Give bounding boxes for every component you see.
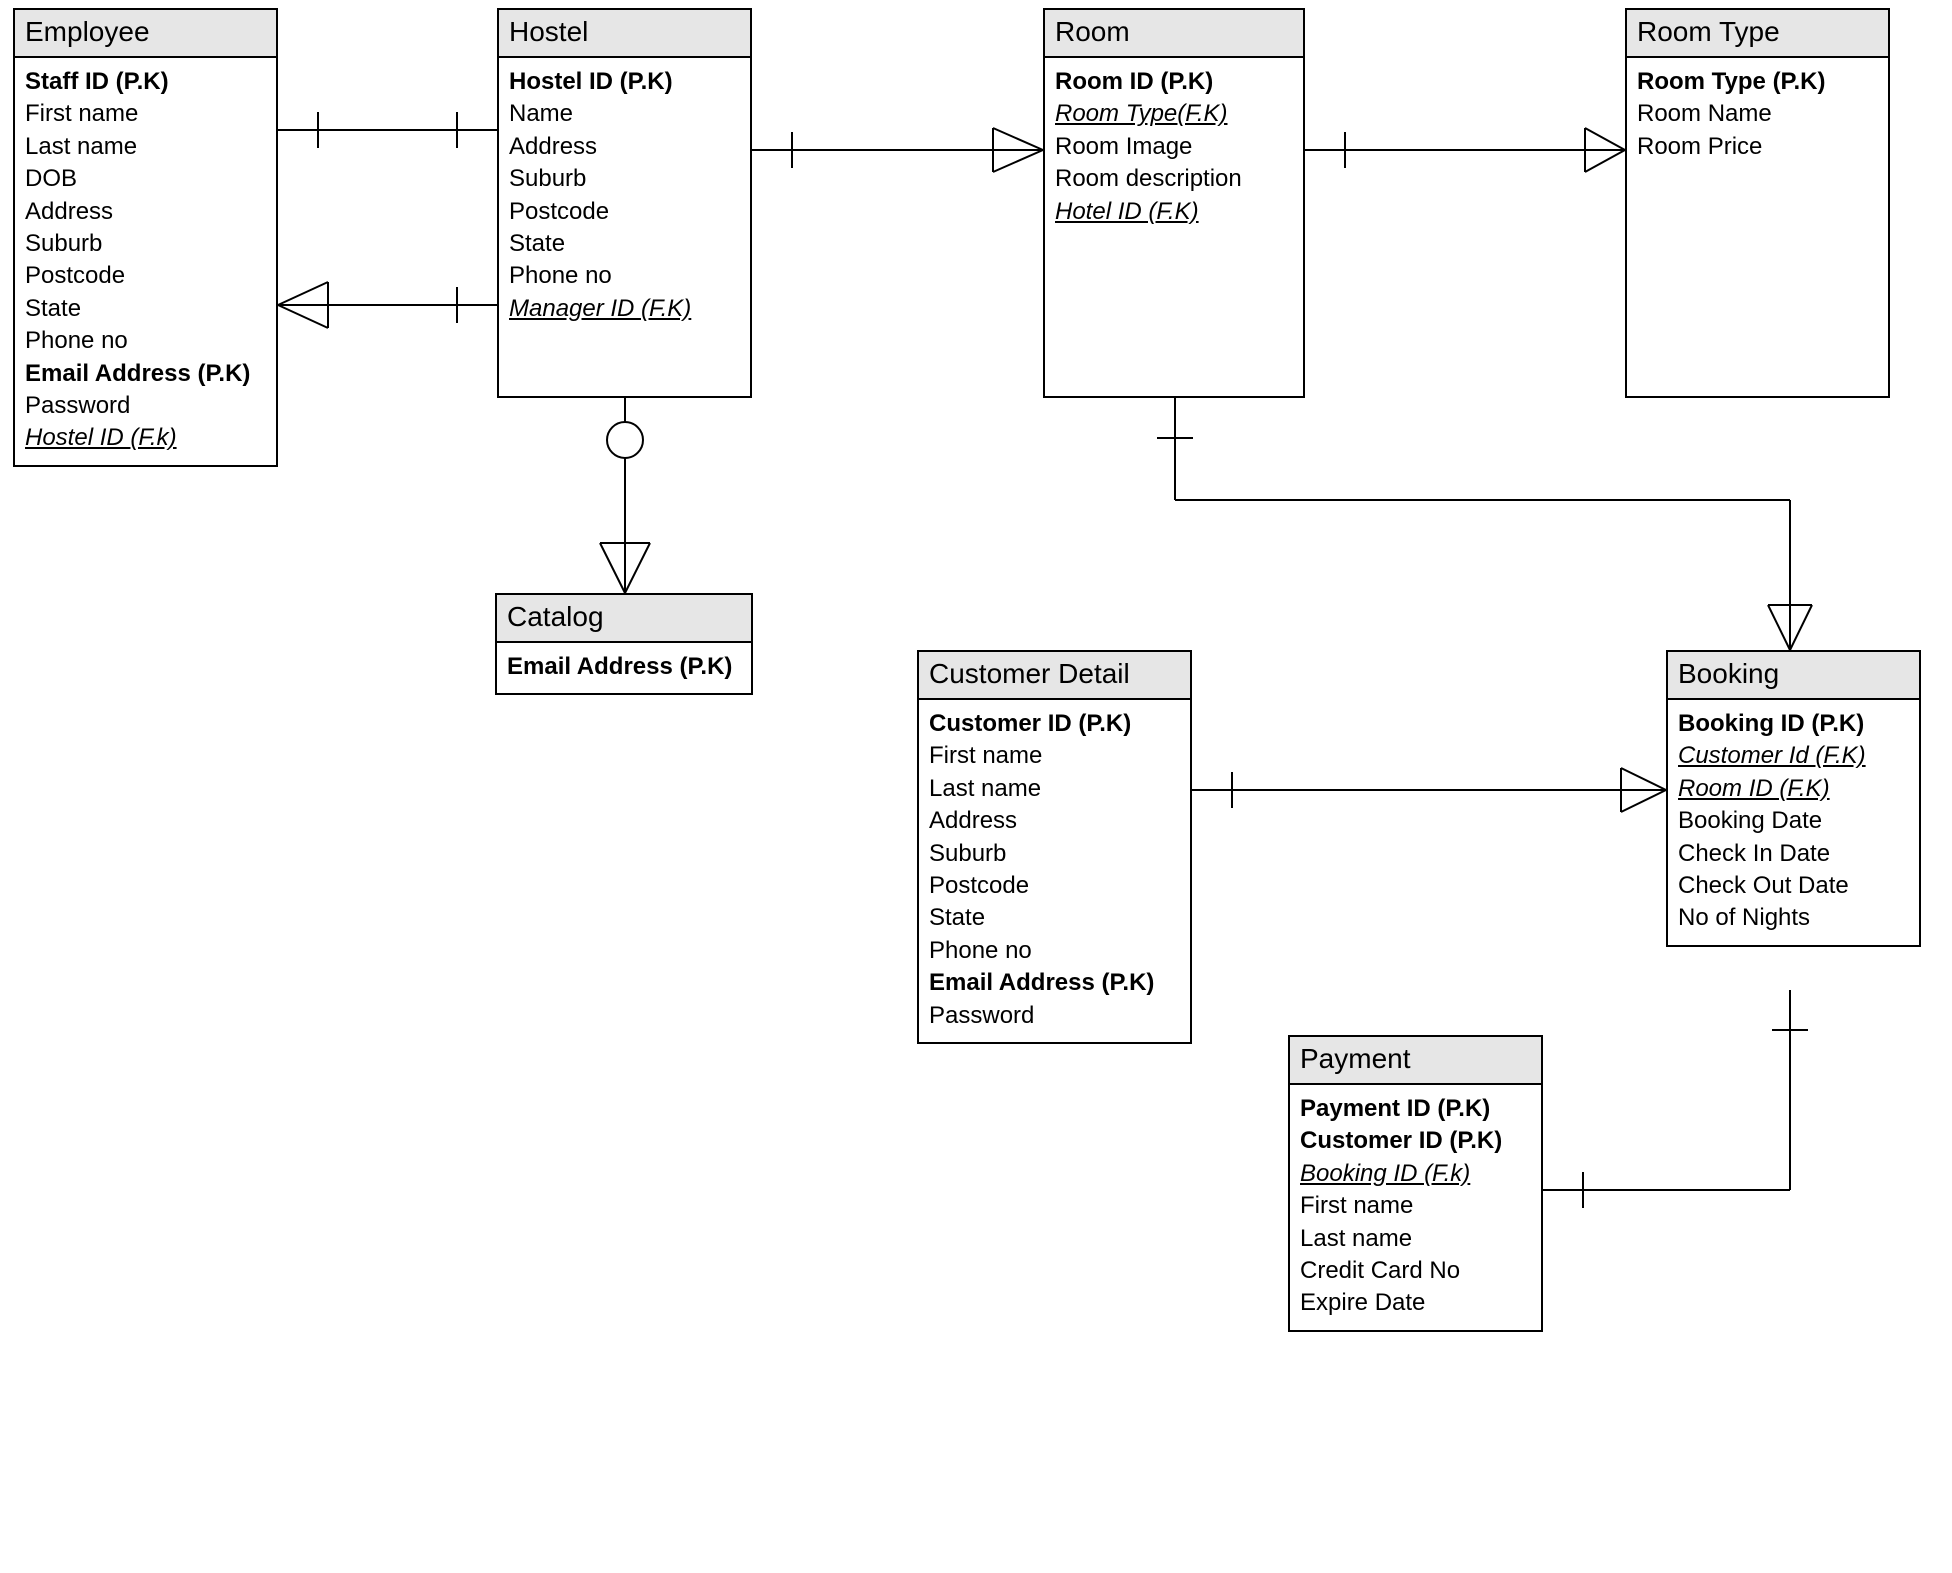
entity-attribute: Room description [1055, 163, 1293, 195]
entity-attribute: First name [929, 740, 1180, 772]
entity-attribute: Suburb [509, 163, 740, 195]
entity-attribute: Check In Date [1678, 838, 1909, 870]
entity-body: Room Type (P.K)Room NameRoom Price [1627, 58, 1888, 173]
entity-attribute: Address [929, 805, 1180, 837]
entity-attribute: Email Address (P.K) [507, 651, 741, 683]
entity-attribute: Suburb [25, 228, 266, 260]
entity-attribute: Suburb [929, 838, 1180, 870]
entity-body: Room ID (P.K)Room Type(F.K)Room ImageRoo… [1045, 58, 1303, 238]
entity-attribute: Booking ID (P.K) [1678, 708, 1909, 740]
entity-attribute: Room Type(F.K) [1055, 98, 1293, 130]
entity-attribute: Hostel ID (P.K) [509, 66, 740, 98]
entity-attribute: Room ID (F.K) [1678, 773, 1909, 805]
entity-attribute: Email Address (P.K) [25, 358, 266, 390]
entity-attribute: First name [1300, 1190, 1531, 1222]
entity-attribute: Name [509, 98, 740, 130]
entity-attribute: Room Price [1637, 131, 1878, 163]
entity-attribute: Postcode [25, 260, 266, 292]
er-diagram-canvas: Employee Staff ID (P.K)First nameLast na… [0, 0, 1952, 1573]
entity-attribute: Hotel ID (F.K) [1055, 196, 1293, 228]
entity-customer: Customer Detail Customer ID (P.K)First n… [917, 650, 1192, 1044]
entity-attribute: State [25, 293, 266, 325]
entity-attribute: Customer ID (P.K) [929, 708, 1180, 740]
entity-attribute: Email Address (P.K) [929, 967, 1180, 999]
entity-attribute: State [929, 902, 1180, 934]
entity-attribute: Postcode [929, 870, 1180, 902]
entity-attribute: Phone no [929, 935, 1180, 967]
entity-room: Room Room ID (P.K)Room Type(F.K)Room Ima… [1043, 8, 1305, 398]
entity-attribute: Staff ID (P.K) [25, 66, 266, 98]
entity-attribute: Address [509, 131, 740, 163]
entity-attribute: Phone no [509, 260, 740, 292]
entity-attribute: Phone no [25, 325, 266, 357]
entity-attribute: Room Image [1055, 131, 1293, 163]
entity-title: Room Type [1627, 10, 1888, 58]
entity-attribute: Room Type (P.K) [1637, 66, 1878, 98]
entity-attribute: Customer Id (F.K) [1678, 740, 1909, 772]
entity-attribute: Last name [1300, 1223, 1531, 1255]
entity-body: Staff ID (P.K)First nameLast nameDOBAddr… [15, 58, 276, 465]
entity-booking: Booking Booking ID (P.K)Customer Id (F.K… [1666, 650, 1921, 947]
entity-title: Employee [15, 10, 276, 58]
entity-employee: Employee Staff ID (P.K)First nameLast na… [13, 8, 278, 467]
entity-attribute: Password [929, 1000, 1180, 1032]
entity-attribute: State [509, 228, 740, 260]
entity-attribute: Customer ID (P.K) [1300, 1125, 1531, 1157]
entity-attribute: Last name [25, 131, 266, 163]
entity-body: Email Address (P.K) [497, 643, 751, 693]
entity-roomtype: Room Type Room Type (P.K)Room NameRoom P… [1625, 8, 1890, 398]
entity-body: Hostel ID (P.K)NameAddressSuburbPostcode… [499, 58, 750, 335]
entity-title: Hostel [499, 10, 750, 58]
entity-body: Booking ID (P.K)Customer Id (F.K)Room ID… [1668, 700, 1919, 945]
entity-attribute: Room Name [1637, 98, 1878, 130]
entity-attribute: First name [25, 98, 266, 130]
entity-body: Customer ID (P.K)First nameLast nameAddr… [919, 700, 1190, 1042]
entity-attribute: Expire Date [1300, 1287, 1531, 1319]
entity-title: Payment [1290, 1037, 1541, 1085]
entity-attribute: Last name [929, 773, 1180, 805]
entity-hostel: Hostel Hostel ID (P.K)NameAddressSuburbP… [497, 8, 752, 398]
entity-attribute: Check Out Date [1678, 870, 1909, 902]
entity-attribute: Hostel ID (F.k) [25, 422, 266, 454]
entity-attribute: No of Nights [1678, 902, 1909, 934]
entity-attribute: Payment ID (P.K) [1300, 1093, 1531, 1125]
entity-catalog: Catalog Email Address (P.K) [495, 593, 753, 695]
entity-body: Payment ID (P.K)Customer ID (P.K)Booking… [1290, 1085, 1541, 1330]
entity-title: Catalog [497, 595, 751, 643]
entity-attribute: Postcode [509, 196, 740, 228]
entity-attribute: Manager ID (F.K) [509, 293, 740, 325]
entity-title: Customer Detail [919, 652, 1190, 700]
entity-attribute: Credit Card No [1300, 1255, 1531, 1287]
entity-attribute: Password [25, 390, 266, 422]
entity-attribute: Booking ID (F.k) [1300, 1158, 1531, 1190]
entity-title: Booking [1668, 652, 1919, 700]
entity-attribute: DOB [25, 163, 266, 195]
entity-attribute: Room ID (P.K) [1055, 66, 1293, 98]
entity-attribute: Address [25, 196, 266, 228]
entity-title: Room [1045, 10, 1303, 58]
entity-attribute: Booking Date [1678, 805, 1909, 837]
entity-payment: Payment Payment ID (P.K)Customer ID (P.K… [1288, 1035, 1543, 1332]
